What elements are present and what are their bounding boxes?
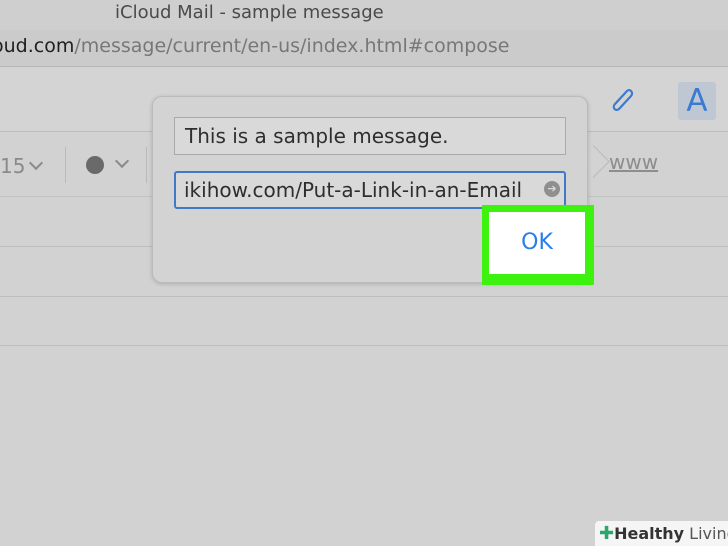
font-size-value: 15 [0, 154, 26, 178]
paperclip-icon[interactable] [604, 82, 640, 118]
text-color-icon[interactable] [86, 156, 104, 174]
toolbar-divider [65, 147, 66, 183]
address-url[interactable]: oud.com/message/current/en-us/index.html… [0, 35, 510, 57]
watermark-name-bold: Healthy [614, 524, 685, 543]
watermark-logo: ✚Healthy Living [595, 521, 728, 546]
address-bar[interactable]: oud.com/message/current/en-us/index.html… [0, 30, 728, 67]
link-url-field[interactable]: ikihow.com/Put-a-Link-in-an-Email [174, 171, 566, 209]
font-button[interactable]: A [678, 82, 716, 120]
plus-icon: ✚ [599, 523, 615, 544]
chevron-down-icon [29, 155, 44, 171]
toolbar-divider [146, 147, 147, 183]
go-arrow-icon[interactable]: ➔ [544, 181, 560, 197]
link-button[interactable]: www [609, 150, 658, 174]
window-title: iCloud Mail - sample message [115, 2, 384, 23]
window-titlebar: iCloud Mail - sample message [0, 0, 728, 31]
link-text-field[interactable]: This is a sample message. [174, 117, 566, 155]
watermark-name-rest: Living [689, 524, 728, 543]
font-size-select[interactable]: 15 [0, 154, 44, 178]
header-divider [0, 345, 728, 346]
ok-button[interactable]: OK [489, 212, 585, 274]
header-divider [0, 296, 728, 297]
address-path: /message/current/en-us/index.html#compos… [74, 35, 510, 57]
address-host: oud.com [0, 35, 75, 57]
